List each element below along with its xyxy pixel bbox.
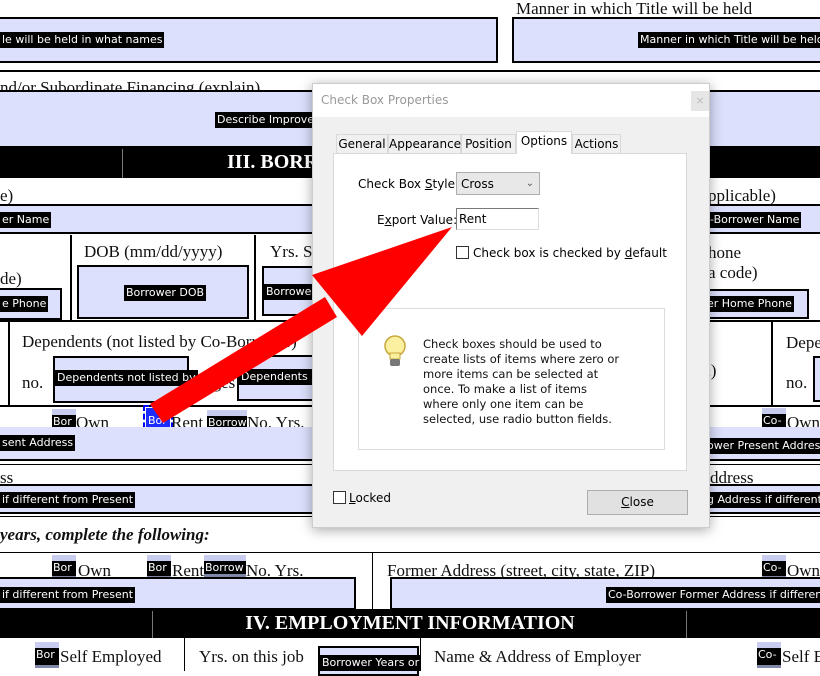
self-employed-label: Self Employed [60,647,162,666]
describe-field-label: Describe Improver [215,112,321,128]
checked-by-default-checkbox[interactable] [456,246,469,259]
former-rent-checkbox[interactable]: Bor [147,555,171,579]
employer-label: Name & Address of Employer [434,647,641,666]
dob-field-label: Borrower DOB [124,285,207,301]
title-names-label: le will be held in what names [0,32,165,48]
yrs-on-job-field-label: Borrower Years or [320,655,422,671]
phone-label: hone [708,243,742,262]
ages-label: ages [205,373,236,392]
close-button[interactable]: Close [587,490,688,515]
home-phone-label: e Phone [0,296,49,312]
mailing-address-label: if different from Present [0,492,136,508]
yrs-on-job-label: Yrs. on this job [199,647,304,666]
co-former-own-checkbox[interactable]: Co- [762,555,786,579]
section-4-header: IV. EMPLOYMENT INFORMATION [0,609,820,638]
checked-by-default-label: Check box is checked by default [473,246,667,260]
coborrower-name-label: -Borrower Name [708,212,802,228]
style-value: Cross [461,177,494,191]
co-former-address-label: Co-Borrower Former Address if different [606,587,820,603]
yrs-school-label: Yrs. S [270,242,313,261]
tab-options[interactable]: Options [516,131,572,154]
co-no-label: no. [786,373,808,392]
divider [184,638,185,671]
dob-label: DOB (mm/dd/yyyy) [84,242,223,261]
tab-appearance[interactable]: Appearance [388,134,461,154]
locked-label: Locked [349,491,391,505]
check-box-style-select[interactable]: Cross ⌄ [456,172,540,195]
tab-position[interactable]: Position [461,134,516,154]
info-box: Check boxes should be used to create lis… [358,308,665,450]
former-no-yrs-field[interactable]: Borrow [204,555,246,577]
section-4-title: IV. EMPLOYMENT INFORMATION [245,612,575,634]
no-label: no. [22,373,44,392]
tab-actions[interactable]: Actions [572,134,621,154]
present-address-label: sent Address [0,435,76,451]
chevron-down-icon: ⌄ [525,178,535,189]
divider [70,235,72,320]
years-instruction: years, complete the following: [0,525,210,544]
former-own-checkbox[interactable]: Bor [52,555,76,579]
area-code-right-label: a code) [708,263,758,282]
info-text: Check boxes should be used to create lis… [423,337,620,426]
dependents-ages-label: Dependents n [239,369,321,385]
dependents-label: Dependents (not listed by Co-Borrower) [22,332,297,351]
divider [771,320,773,405]
co-dependents-field[interactable] [813,356,820,402]
divider [8,320,10,405]
paren-label: e) [0,186,14,205]
divider [420,638,421,671]
co-self-employed-checkbox[interactable]: Co- [757,642,781,668]
manner-field-label: Manner in which Title will be held [638,32,820,48]
export-value-label: Export Value: [377,213,458,227]
section-3-title: III. BORR [227,151,319,173]
co-self-employed-label: Self E [782,647,820,666]
divider [0,552,820,553]
self-employed-checkbox[interactable]: Bor [35,642,59,668]
area-code-label: de) [0,269,22,288]
co-mailing-address-label: g Address if different [705,492,820,508]
co-home-phone-label: er Home Phone [705,296,794,312]
dependents-field-label: Dependents not listed by [55,370,198,386]
divider [0,70,820,72]
style-label: Check Box Style: [358,177,460,191]
export-value-input[interactable]: Rent [456,208,539,230]
divider [372,552,373,610]
co-present-address-label: ower Present Address [705,438,820,454]
lightbulb-icon [384,335,406,366]
locked-checkbox[interactable] [333,491,346,504]
co-dependents-label: Depe [786,333,820,352]
divider [254,235,256,320]
former-address-field-label: if different from Present [0,587,136,603]
dialog-title: Check Box Properties [321,93,449,107]
tab-general[interactable]: General [336,134,388,154]
borrower-name-label: er Name [0,212,52,228]
close-x-button[interactable]: × [691,91,709,111]
if-applicable-label: pplicable) [708,186,776,205]
yrs-school-field-label: Borrower [264,284,318,300]
manner-label: Manner in which Title will be held [516,0,753,18]
